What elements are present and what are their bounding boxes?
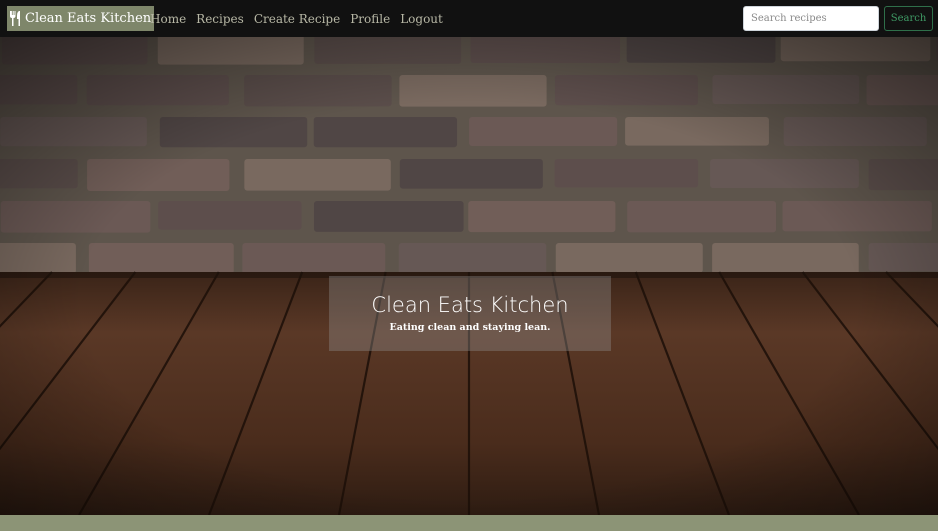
nav-link-recipes[interactable]: Recipes	[196, 12, 244, 26]
nav-link-profile[interactable]: Profile	[350, 12, 390, 26]
brand-link[interactable]: Clean Eats Kitchen	[7, 6, 155, 31]
utensils-icon	[9, 11, 22, 26]
hero-banner: Clean Eats Kitchen Eating clean and stay…	[0, 37, 938, 515]
footer-band	[0, 515, 938, 531]
hero-tagline: Eating clean and staying lean.	[389, 322, 551, 333]
hero-title: Clean Eats Kitchen	[371, 293, 569, 317]
brand-label: Clean Eats Kitchen	[25, 11, 152, 26]
search-button[interactable]: Search	[884, 6, 933, 31]
nav-link-logout[interactable]: Logout	[400, 12, 443, 26]
nav-link-create-recipe[interactable]: Create Recipe	[254, 12, 340, 26]
navbar: Clean Eats Kitchen Home Recipes Create R…	[0, 0, 938, 37]
search-input[interactable]	[743, 6, 879, 31]
nav-link-home[interactable]: Home	[150, 12, 186, 26]
nav-links: Home Recipes Create Recipe Profile Logou…	[150, 0, 443, 37]
hero-caption-box: Clean Eats Kitchen Eating clean and stay…	[329, 276, 611, 351]
